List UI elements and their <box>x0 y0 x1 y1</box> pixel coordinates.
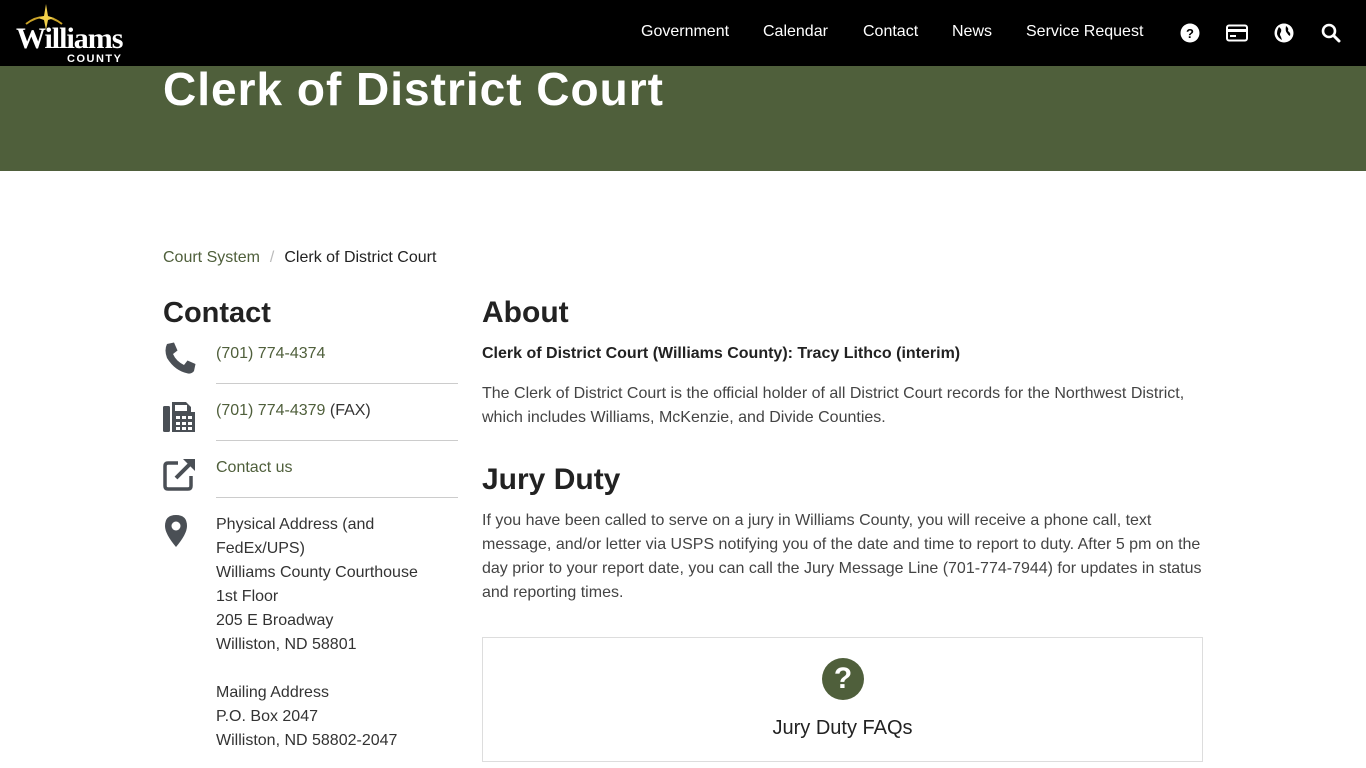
address-line: Physical Address (and <box>216 516 375 533</box>
page-banner: Clerk of District Court <box>0 66 1366 171</box>
question-mark: ? <box>833 662 853 695</box>
page-title: Clerk of District Court <box>163 66 664 115</box>
address-line: 1st Floor <box>216 588 279 605</box>
site-logo[interactable]: Williams COUNTY <box>14 4 130 65</box>
external-link-icon <box>163 459 195 491</box>
jury-duty-faqs-card[interactable]: ? Jury Duty FAQs <box>482 637 1203 762</box>
contact-us-link[interactable]: Contact us <box>216 456 292 480</box>
nav-service-request[interactable]: Service Request <box>1026 22 1143 42</box>
site-header: Williams COUNTY Government Calendar Cont… <box>0 0 1366 66</box>
address-line: Williston, ND 58801 <box>216 636 357 653</box>
jury-duty-heading: Jury Duty <box>482 463 621 496</box>
about-description: The Clerk of District Court is the offic… <box>482 385 1185 426</box>
nav-government[interactable]: Government <box>641 22 729 42</box>
map-marker-icon <box>165 515 187 547</box>
contact-fax-link[interactable]: (701) 774-4379 <box>216 402 325 419</box>
contact-divider <box>216 497 458 498</box>
address-line: Mailing Address <box>216 684 329 701</box>
address-line: Williams County Courthouse <box>216 564 418 581</box>
contact-address: Physical Address (and FedEx/UPS) William… <box>216 513 418 753</box>
address-line-spacer <box>216 657 418 681</box>
svg-text:?: ? <box>1186 26 1194 41</box>
payment-card-icon[interactable] <box>1225 21 1249 45</box>
jury-duty-faqs-label: Jury Duty FAQs <box>772 717 913 739</box>
fax-suffix: (FAX) <box>325 402 371 419</box>
address-line: 205 E Broadway <box>216 612 334 629</box>
nav-calendar[interactable]: Calendar <box>763 22 828 42</box>
breadcrumb-separator: / <box>269 249 275 266</box>
phone-icon <box>165 342 196 374</box>
question-circle-icon: ? <box>822 658 864 700</box>
jury-duty-description: If you have been called to serve on a ju… <box>482 512 1202 601</box>
fax-icon <box>163 402 195 432</box>
breadcrumb: Court System / Clerk of District Court <box>163 248 436 268</box>
breadcrumb-court-system[interactable]: Court System <box>163 249 260 266</box>
help-icon[interactable]: ? <box>1178 21 1202 45</box>
contact-divider <box>216 440 458 441</box>
logo-county-text: COUNTY <box>67 53 123 65</box>
contact-divider <box>216 383 458 384</box>
contact-phone-link[interactable]: (701) 774-4374 <box>216 342 325 366</box>
logo-wordmark: Williams <box>16 22 123 55</box>
globe-icon[interactable] <box>1272 21 1296 45</box>
nav-contact[interactable]: Contact <box>863 22 918 42</box>
address-line: P.O. Box 2047 <box>216 708 318 725</box>
address-line: FedEx/UPS) <box>216 540 305 557</box>
contact-heading: Contact <box>163 297 271 329</box>
breadcrumb-current: Clerk of District Court <box>284 249 437 266</box>
address-line: Williston, ND 58802-2047 <box>216 732 398 749</box>
nav-news[interactable]: News <box>952 22 992 42</box>
about-heading: About <box>482 296 569 329</box>
contact-fax: (701) 774-4379 (FAX) <box>216 399 371 423</box>
clerk-name: Clerk of District Court (Williams County… <box>482 345 961 362</box>
search-icon[interactable] <box>1319 21 1343 45</box>
